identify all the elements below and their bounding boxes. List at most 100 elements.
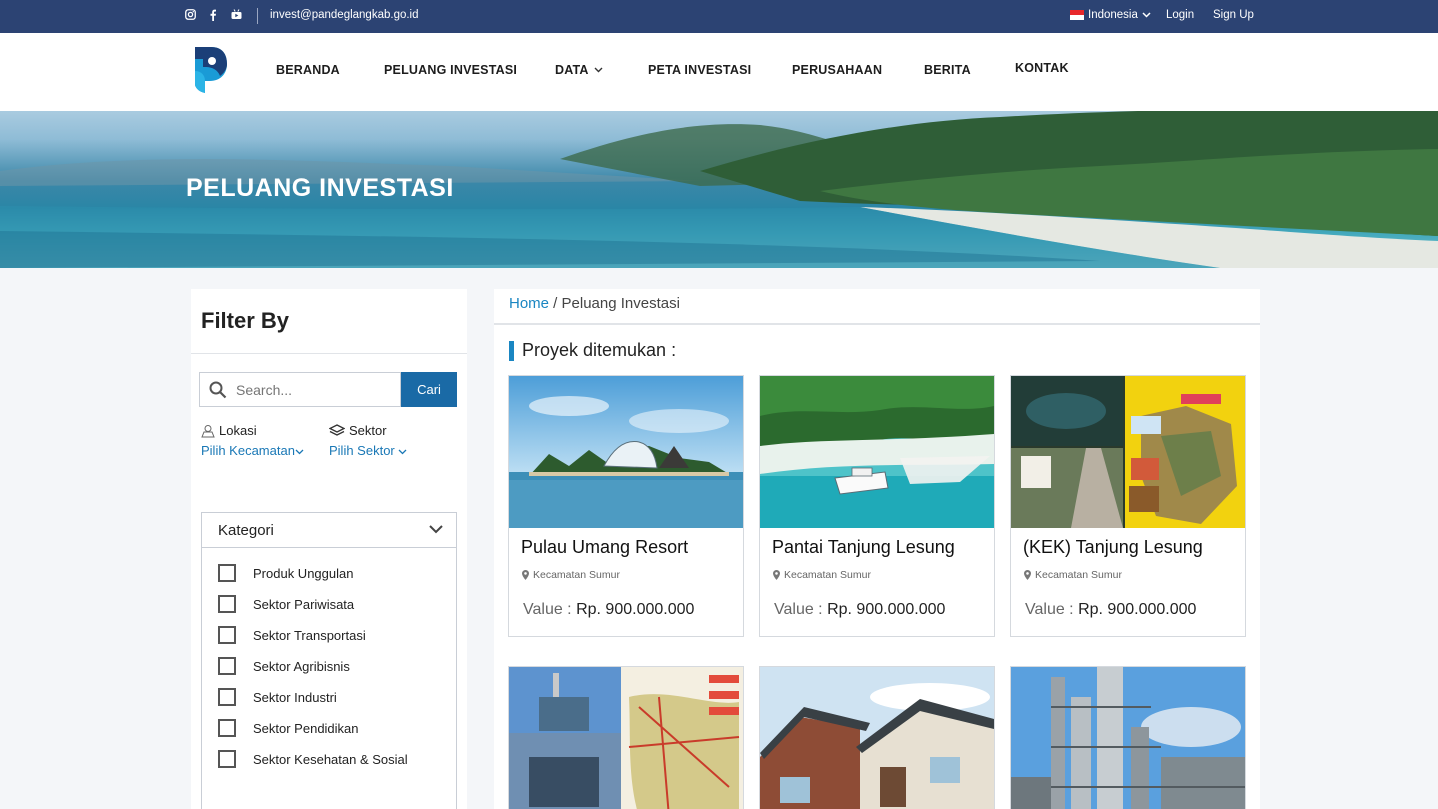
sektor-label: Sektor [349, 423, 387, 438]
nav-perusahaan[interactable]: PERUSAHAAN [792, 63, 882, 77]
project-value: Value : Rp. 900.000.000 [523, 601, 694, 619]
kategori-panel: Kategori Produk Unggulan Sektor Pariwisa… [201, 512, 457, 809]
project-card[interactable] [508, 666, 744, 809]
search-icon [209, 381, 227, 399]
projects-found-label: Proyek ditemukan : [522, 340, 677, 360]
project-image [509, 667, 743, 809]
project-name: Pulau Umang Resort [521, 537, 689, 557]
email-link[interactable]: invest@pandeglangkab.go.id [270, 9, 419, 21]
sektor-dropdown-label: Pilih Sektor [329, 443, 395, 458]
project-card[interactable]: Pulau Umang Resort Kecamatan Sumur Value… [508, 375, 744, 637]
nav-peta-investasi[interactable]: PETA INVESTASI [648, 63, 751, 77]
project-location: Kecamatan Sumur [1024, 569, 1122, 581]
chevron-down-icon [429, 525, 443, 534]
project-card[interactable]: Pantai Tanjung Lesung Kecamatan Sumur Va… [759, 375, 995, 637]
checkbox[interactable] [218, 719, 236, 737]
kategori-item-label: Sektor Pariwisata [253, 596, 355, 612]
search-input[interactable] [236, 380, 396, 400]
project-location: Kecamatan Sumur [522, 569, 620, 581]
project-image [1011, 667, 1245, 809]
project-location-label: Kecamatan Sumur [533, 569, 620, 581]
lokasi-dropdown[interactable]: Pilih Kecamatan [201, 443, 304, 458]
chevron-down-icon [295, 449, 304, 455]
project-location: Kecamatan Sumur [773, 569, 871, 581]
main-navigation: BERANDA PELUANG INVESTASI DATA PETA INVE… [0, 33, 1438, 111]
breadcrumb: Home / Peluang Investasi [509, 295, 680, 312]
hero-banner: PELUANG INVESTASI [0, 111, 1438, 268]
checkbox[interactable] [218, 657, 236, 675]
flag-id-icon [1070, 10, 1084, 20]
location-pin-icon [522, 570, 529, 580]
kategori-item[interactable]: Sektor Industri [218, 688, 337, 706]
kategori-item-label: Sektor Kesehatan & Sosial [253, 751, 408, 767]
value-amount: Rp. 900.000.000 [1078, 601, 1197, 618]
kategori-item[interactable]: Sektor Agribisnis [218, 657, 350, 675]
site-logo[interactable] [193, 45, 229, 95]
hero-title: PELUANG INVESTASI [186, 174, 454, 202]
signup-link[interactable]: Sign Up [1213, 9, 1254, 21]
breadcrumb-current: / Peluang Investasi [549, 295, 680, 312]
value-amount: Rp. 900.000.000 [576, 601, 695, 618]
language-label: Indonesia [1088, 9, 1138, 21]
nav-beranda[interactable]: BERANDA [276, 63, 340, 77]
sektor-dropdown[interactable]: Pilih Sektor [329, 443, 407, 458]
chevron-down-icon [398, 449, 407, 455]
breadcrumb-home[interactable]: Home [509, 295, 549, 312]
checkbox[interactable] [218, 564, 236, 582]
project-image [760, 667, 994, 809]
value-label: Value : [1025, 601, 1079, 618]
project-location-label: Kecamatan Sumur [784, 569, 871, 581]
lokasi-label: Lokasi [219, 423, 257, 438]
nav-berita[interactable]: BERITA [924, 63, 971, 77]
project-card[interactable] [759, 666, 995, 809]
chevron-down-icon [594, 67, 603, 73]
project-image [509, 376, 743, 528]
kategori-header[interactable]: Kategori [202, 513, 456, 548]
language-selector[interactable]: Indonesia [1070, 9, 1151, 21]
social-links [184, 9, 242, 23]
value-amount: Rp. 900.000.000 [827, 601, 946, 618]
lokasi-dropdown-label: Pilih Kecamatan [201, 443, 295, 458]
projects-found-heading: Proyek ditemukan : [509, 340, 676, 361]
location-pin-icon [773, 570, 780, 580]
filter-sidebar: Filter By Cari Lokasi Pilih Kecamatan Se… [191, 289, 467, 809]
kategori-item-label: Sektor Transportasi [253, 627, 366, 643]
kategori-title: Kategori [218, 522, 274, 539]
project-name: Pantai Tanjung Lesung [772, 537, 955, 557]
project-card[interactable]: (KEK) Tanjung Lesung Kecamatan Sumur Val… [1010, 375, 1246, 637]
kategori-item-label: Sektor Pendidikan [253, 720, 359, 736]
project-name: (KEK) Tanjung Lesung [1023, 537, 1203, 557]
kategori-item-label: Sektor Industri [253, 689, 337, 705]
checkbox[interactable] [218, 595, 236, 613]
nav-data[interactable]: DATA [555, 63, 603, 77]
kategori-item[interactable]: Produk Unggulan [218, 564, 353, 582]
chevron-down-icon [1142, 12, 1151, 18]
kategori-item[interactable]: Sektor Transportasi [218, 626, 366, 644]
layers-icon [329, 423, 345, 436]
instagram-icon[interactable] [184, 9, 196, 23]
divider [191, 353, 467, 354]
kategori-item[interactable]: Sektor Kesehatan & Sosial [218, 750, 408, 768]
nav-peluang-investasi[interactable]: PELUANG INVESTASI [384, 63, 517, 77]
login-link[interactable]: Login [1166, 9, 1194, 21]
checkbox[interactable] [218, 688, 236, 706]
facebook-icon[interactable] [207, 9, 219, 23]
kategori-item[interactable]: Sektor Pariwisata [218, 595, 354, 613]
location-user-icon [201, 424, 215, 437]
kategori-item[interactable]: Sektor Pendidikan [218, 719, 359, 737]
nav-data-label: DATA [555, 63, 589, 77]
checkbox[interactable] [218, 626, 236, 644]
filter-title: Filter By [201, 308, 290, 333]
nav-kontak[interactable]: KONTAK [1015, 61, 1069, 75]
value-label: Value : [774, 601, 828, 618]
accent-bar [509, 340, 514, 361]
project-card[interactable] [1010, 666, 1246, 809]
youtube-icon[interactable] [230, 9, 242, 23]
search-button[interactable]: Cari [401, 372, 457, 407]
search-field[interactable] [199, 372, 401, 407]
main-content: Home / Peluang Investasi Proyek ditemuka… [494, 289, 1260, 809]
kategori-item-label: Sektor Agribisnis [253, 658, 350, 674]
checkbox[interactable] [218, 750, 236, 768]
location-pin-icon [1024, 570, 1031, 580]
project-value: Value : Rp. 900.000.000 [1025, 601, 1196, 619]
